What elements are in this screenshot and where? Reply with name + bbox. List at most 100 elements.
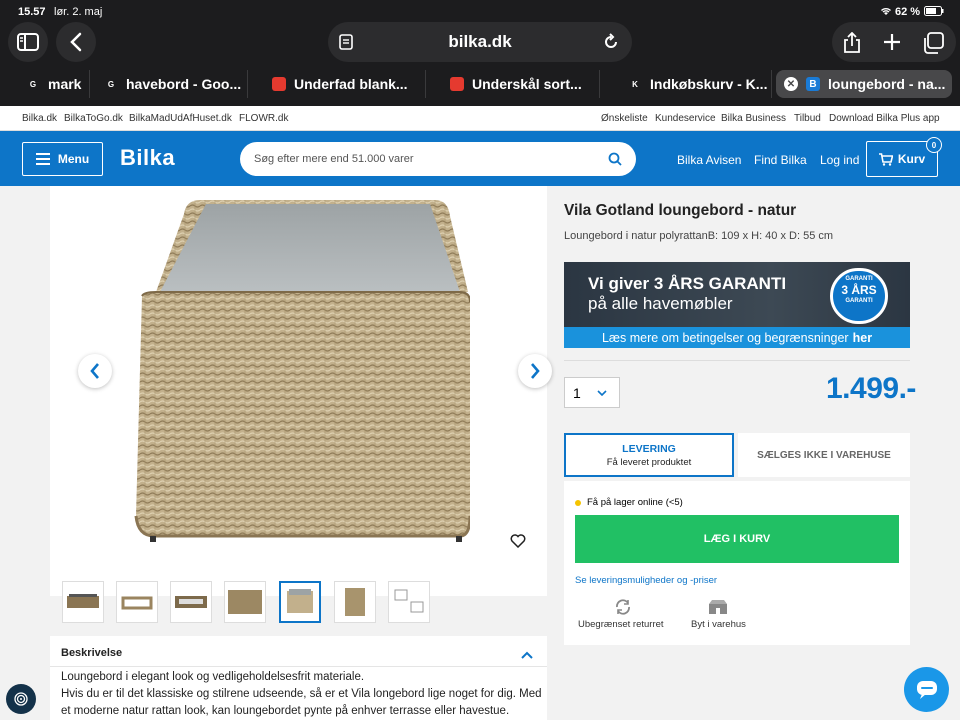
toplink-business[interactable]: Bilka Business (721, 113, 786, 124)
promo-headline: Vi giver 3 ÅRS GARANTI (588, 274, 787, 293)
bilka-avisen-link[interactable]: Bilka Avisen (677, 153, 741, 167)
promo-here-link[interactable]: her (853, 331, 872, 345)
close-tab-icon[interactable]: ✕ (784, 77, 798, 91)
status-date: lør. 2. maj (54, 6, 103, 18)
cart-icon (878, 152, 893, 166)
description-heading: Beskrivelse (61, 647, 123, 659)
toplink-bilka[interactable]: Bilka.dk (22, 113, 57, 124)
toplink-tilbud[interactable]: Tilbud (794, 113, 821, 124)
toplink-onskeliste[interactable]: Ønskeliste (601, 113, 648, 124)
tabs-icon[interactable] (922, 32, 944, 59)
tab-5-active[interactable]: ✕ B loungebord - na... (776, 70, 952, 98)
bilka-favicon-icon: bilka (272, 77, 286, 91)
gallery-prev-button[interactable] (78, 354, 112, 388)
quantity-value: 1 (573, 384, 581, 401)
gallery-next-button[interactable] (518, 354, 552, 388)
tab-1[interactable]: G havebord - Goo... (90, 70, 248, 98)
thumbnail-3[interactable] (170, 581, 212, 623)
thumbnail-7[interactable] (388, 581, 430, 623)
promo-subline: på alle havemøbler (588, 294, 733, 313)
tab-label: mark (48, 76, 82, 92)
google-favicon-icon: G (29, 79, 37, 89)
chevron-right-icon (531, 363, 540, 379)
reload-icon[interactable] (602, 33, 620, 56)
search-icon[interactable] (608, 152, 622, 166)
browser-chrome: 15.57 lør. 2. maj 62 % bilka.dk G mark G… (0, 0, 960, 106)
kurv-favicon-icon: K (632, 79, 638, 89)
bilka-favicon-icon: B (806, 77, 820, 91)
top-links-bar: Bilka.dk BilkaToGo.dk BilkaMadUdAfHuset.… (0, 106, 960, 131)
thumbnail-5-selected[interactable] (279, 581, 321, 623)
wishlist-heart-icon[interactable] (510, 534, 526, 553)
delivery-subtitle: Få leveret produktet (606, 457, 692, 468)
thumbnail-4[interactable] (224, 581, 266, 623)
product-title: Vila Gotland loungebord - natur (564, 202, 797, 219)
tab-2[interactable]: bilka Underfad blank... (258, 70, 426, 98)
warranty-seal-icon: GARANTI 3 ÅRS GARANTI (830, 268, 888, 324)
toplink-kundeservice[interactable]: Kundeservice (655, 113, 716, 124)
thumbnail-1[interactable] (62, 581, 104, 623)
wifi-icon (880, 6, 892, 19)
plus-icon[interactable] (882, 32, 902, 57)
status-time: 15.57 (18, 6, 46, 18)
stock-text: Få på lager online (<5) (587, 497, 683, 508)
chat-button[interactable] (904, 667, 949, 712)
toplink-flowr[interactable]: FLOWR.dk (239, 113, 288, 124)
store-option[interactable]: SÆLGES IKKE I VAREHUSE (738, 433, 910, 477)
description-line: et moderne natur rattan look, kan lounge… (61, 705, 510, 717)
fingerprint-icon[interactable] (6, 684, 36, 714)
tab-label: Underskål sort... (472, 76, 582, 92)
brand-label (564, 181, 576, 186)
description-panel: Beskrivelse Loungebord i elegant look og… (50, 636, 547, 720)
find-bilka-link[interactable]: Find Bilka (754, 153, 807, 167)
battery-icon (924, 6, 944, 19)
delivery-title: LEVERING (622, 443, 676, 455)
chat-icon (916, 680, 937, 699)
thumbnail-6[interactable] (334, 581, 376, 623)
tab-3[interactable]: bilka Underskål sort... (436, 70, 600, 98)
log-ind-link[interactable]: Log ind (820, 153, 859, 167)
product-image (134, 200, 470, 542)
returns-icon (614, 599, 632, 620)
thumbnail-2[interactable] (116, 581, 158, 623)
stock-dot-icon (575, 499, 581, 506)
cart-count-badge: 0 (926, 137, 942, 153)
bilka-logo[interactable]: Bilka (120, 145, 175, 171)
tab-0[interactable]: G mark (12, 70, 90, 98)
battery-percent: 62 % (895, 6, 921, 18)
warranty-banner[interactable]: Vi giver 3 ÅRS GARANTI på alle havemøble… (564, 262, 910, 348)
exchange-label: Byt i varehus (691, 619, 746, 630)
menu-label: Menu (57, 152, 90, 166)
sidebar-icon[interactable] (8, 22, 48, 62)
tab-label: loungebord - na... (828, 76, 946, 92)
toplink-madudafhuset[interactable]: BilkaMadUdAfHuset.dk (129, 113, 232, 124)
returns-label: Ubegrænset returret (578, 619, 664, 630)
stock-status: Få på lager online (<5) (575, 497, 683, 508)
tab-4[interactable]: K Indkøbskurv - K... (614, 70, 772, 98)
delivery-options-link[interactable]: Se leveringsmuligheder og -priser (575, 575, 717, 586)
hamburger-icon (35, 153, 50, 165)
store-exchange-icon (708, 599, 728, 620)
address-text: bilka.dk (448, 32, 512, 51)
toplink-download-app[interactable]: Download Bilka Plus app (829, 113, 940, 124)
quantity-select[interactable]: 1 (564, 377, 620, 408)
reader-icon[interactable] (338, 34, 354, 55)
google-favicon-icon: G (107, 79, 115, 89)
chevron-up-icon[interactable] (521, 648, 533, 665)
add-to-cart-button[interactable]: LÆG I KURV (575, 515, 899, 563)
back-icon[interactable] (56, 22, 96, 62)
product-gallery (50, 186, 552, 596)
share-icon[interactable] (842, 31, 862, 59)
promo-strip-text: Læs mere om betingelser og begrænsninger (601, 330, 849, 345)
address-bar[interactable]: bilka.dk (328, 22, 632, 62)
menu-button[interactable]: Menu (22, 142, 103, 176)
chevron-left-icon (90, 363, 99, 379)
promo-strip: Læs mere om betingelser og begrænsninger… (564, 327, 910, 348)
cart-label: Kurv (897, 152, 926, 166)
toplink-bilkatogo[interactable]: BilkaToGo.dk (64, 113, 123, 124)
site-header: Menu Bilka Søg efter mere end 51.000 var… (0, 131, 960, 186)
delivery-option[interactable]: LEVERING Få leveret produktet (564, 433, 734, 477)
tab-label: havebord - Goo... (126, 76, 242, 92)
search-input[interactable]: Søg efter mere end 51.000 varer (240, 142, 636, 176)
description-line: Loungebord i elegant look og vedligehold… (61, 671, 365, 683)
